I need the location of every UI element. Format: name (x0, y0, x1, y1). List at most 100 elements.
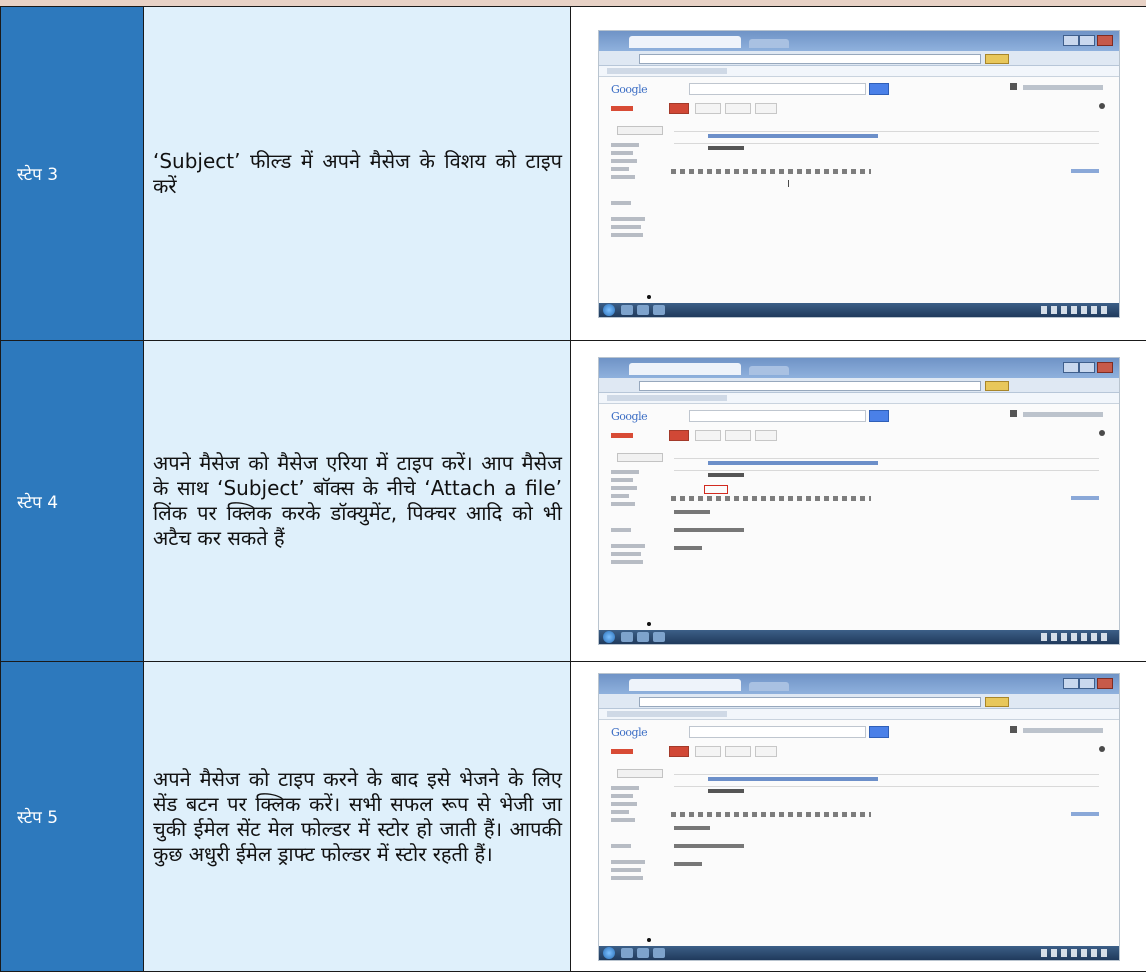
sidebar-item (611, 470, 639, 474)
google-logo: Google (611, 83, 647, 96)
browser-tab (629, 363, 741, 375)
taskbar-icon (637, 305, 649, 315)
browser-tab (749, 39, 789, 48)
subject-field (674, 143, 1099, 151)
toolbar-button (755, 430, 777, 441)
search-input (689, 410, 866, 422)
system-tray (1041, 306, 1111, 314)
sidebar-item (611, 217, 645, 221)
formatting-toolbar (671, 169, 871, 174)
gear-icon (1099, 746, 1105, 752)
step-description: अपने मैसेज को मैसेज एरिया में टाइप करें।… (144, 341, 571, 662)
browser-navbar (599, 51, 1119, 66)
system-tray (1041, 633, 1111, 641)
windows-taskbar (599, 630, 1119, 644)
gear-icon (1099, 430, 1105, 436)
google-logo: Google (611, 410, 647, 423)
windows-taskbar (599, 303, 1119, 317)
sidebar-item (611, 159, 637, 163)
toolbar-button (755, 103, 777, 114)
toolbar-button (755, 746, 777, 757)
minimize-icon (1063, 35, 1079, 46)
pointer-dot (647, 622, 651, 626)
step-label: स्टेप 3 (1, 7, 144, 341)
system-tray (1041, 949, 1111, 957)
favorites-bar (599, 393, 1119, 404)
favorites-bar (599, 66, 1119, 77)
favorites-bar (599, 709, 1119, 720)
step-screenshot-cell: Google (571, 341, 1146, 662)
sidebar-item (611, 151, 633, 155)
compose-button (617, 769, 663, 778)
sidebar-item (611, 143, 639, 147)
toolbar-button (725, 430, 751, 441)
browser-titlebar (599, 31, 1119, 51)
gmail-compose-screenshot: Google (598, 357, 1120, 645)
toolbar-button (695, 103, 721, 114)
subject-value (708, 146, 744, 150)
sidebar-item (611, 876, 643, 880)
taskbar-icon (621, 305, 633, 315)
step-row: स्टेप 3 ‘Subject’ फील्ड में अपने मैसेज क… (1, 7, 1146, 341)
subject-value (708, 473, 744, 477)
step-description: ‘Subject’ फील्ड में अपने मैसेज के विशय क… (144, 7, 571, 341)
text-cursor-icon: I (787, 179, 790, 190)
taskbar-icon (653, 305, 665, 315)
sidebar-item (611, 868, 641, 872)
sidebar-item (611, 528, 631, 532)
search-input (689, 726, 866, 738)
step-label: स्टेप 4 (1, 341, 144, 662)
favorites-item (607, 711, 727, 717)
step-description: अपने मैसेज को टाइप करने के बाद इसे भेजने… (144, 662, 571, 972)
search-icon (869, 83, 889, 95)
step-row: स्टेप 4 अपने मैसेज को मैसेज एरिया में टा… (1, 341, 1146, 662)
send-button (669, 430, 689, 441)
taskbar-icon (653, 948, 665, 958)
taskbar-icon (653, 632, 665, 642)
sidebar-item (611, 486, 637, 490)
gmail-compose-screenshot: Google (598, 30, 1120, 318)
attach-file-highlight (704, 485, 728, 494)
message-line (674, 510, 710, 514)
address-bar (639, 697, 981, 707)
account-icon (1010, 726, 1017, 733)
browser-navbar (599, 378, 1119, 393)
account-icon (1010, 410, 1017, 417)
taskbar-icon (637, 632, 649, 642)
gmail-menu (611, 749, 633, 754)
toolbar-button (695, 430, 721, 441)
formatting-toolbar (671, 812, 871, 817)
sidebar-item (611, 560, 643, 564)
gmail-menu (611, 433, 633, 438)
sidebar-item (611, 494, 629, 498)
sidebar-item (611, 167, 629, 171)
toolbar-button (695, 746, 721, 757)
browser-titlebar (599, 358, 1119, 378)
google-logo: Google (611, 726, 647, 739)
maximize-icon (1079, 362, 1095, 373)
steps-table: स्टेप 3 ‘Subject’ फील्ड में अपने मैसेज क… (0, 6, 1146, 972)
windows-taskbar (599, 946, 1119, 960)
to-field (674, 458, 1099, 466)
sidebar-item (611, 478, 633, 482)
sidebar-item (611, 175, 635, 179)
sidebar-item (611, 544, 645, 548)
start-icon (603, 947, 615, 959)
subject-value (708, 789, 744, 793)
pointer-dot (647, 938, 651, 942)
rich-formatting-link (1071, 496, 1099, 500)
rich-formatting-link (1071, 169, 1099, 173)
gear-icon (1099, 103, 1105, 109)
maximize-icon (1079, 35, 1095, 46)
toolbar-icon (985, 697, 1009, 707)
toolbar-icon (985, 54, 1009, 64)
toolbar-button (725, 746, 751, 757)
sidebar-item (611, 502, 635, 506)
browser-navbar (599, 694, 1119, 709)
address-bar (639, 54, 981, 64)
browser-tab (749, 682, 789, 691)
close-icon (1097, 35, 1113, 46)
send-button (669, 103, 689, 114)
search-icon (869, 410, 889, 422)
account-email (1023, 728, 1103, 733)
